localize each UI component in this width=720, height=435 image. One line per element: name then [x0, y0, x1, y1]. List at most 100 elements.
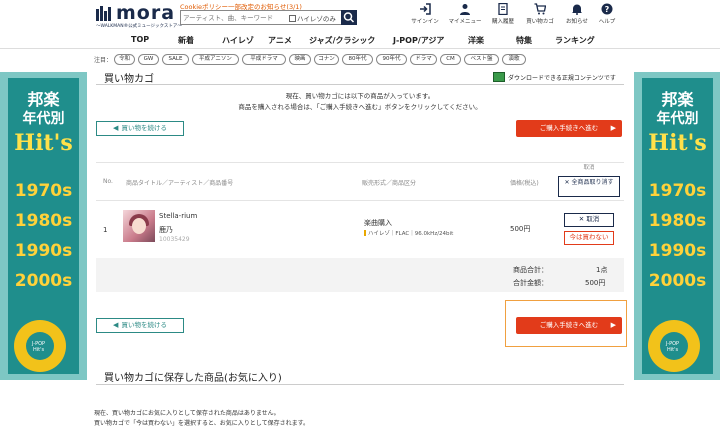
row-number: 1 — [103, 226, 108, 234]
banner-year-2000s: 2000s — [648, 271, 707, 291]
nav-ranking[interactable]: ランキング — [555, 35, 595, 46]
tag-item[interactable]: 90年代 — [376, 54, 407, 65]
track-title[interactable]: Stella-rium — [159, 212, 197, 220]
banner-hits: Hit's — [14, 130, 73, 156]
right-ad-banner[interactable]: 邦楽 年代別 Hit's 1970s 1980s 1990s 2000s J-P… — [634, 72, 720, 380]
disc-text-2: Hit's — [32, 347, 45, 353]
tag-item[interactable]: 80年代 — [342, 54, 373, 65]
audio-quality: ハイレゾ｜FLAC｜96.0kHz/24bit — [364, 229, 453, 237]
checkout-button-bottom[interactable]: ご購入手続きへ進む ▶ — [516, 317, 622, 334]
tag-item[interactable]: コナン — [314, 54, 339, 65]
tag-item[interactable]: 令和 — [114, 54, 135, 65]
cancel-item-button[interactable]: ✕ 取消 — [564, 213, 614, 227]
nav-hires[interactable]: ハイレゾ — [222, 35, 254, 46]
history-icon — [498, 3, 508, 15]
track-artist[interactable]: 鹿乃 — [159, 225, 173, 235]
col-header-delete: 取消 — [583, 165, 595, 171]
col-header-format: 販売形式／商品区分 — [362, 180, 417, 187]
nav-jpop-asia[interactable]: J-POP/アジア — [393, 35, 444, 46]
search-input[interactable] — [183, 12, 283, 23]
mora-logo-icon — [96, 6, 111, 21]
total-label: 合計金額： — [513, 279, 548, 287]
saved-section-title: 買い物カゴに保存した商品(お気に入り) — [104, 373, 282, 384]
hires-marker-icon — [364, 230, 366, 236]
left-ad-banner[interactable]: 邦楽 年代別 Hit's 1970s 1980s 1990s 2000s J-P… — [0, 72, 87, 380]
nav-features[interactable]: 特集 — [516, 35, 532, 46]
nav-jazz-classic[interactable]: ジャズ/クラシック — [309, 35, 375, 46]
banner-year-1980s: 1980s — [648, 211, 707, 231]
tag-item[interactable]: ベスト盤 — [464, 54, 499, 65]
delete-all-button[interactable]: ✕ 全商品取り消す — [558, 176, 620, 197]
search-box: ハイレゾのみ — [180, 10, 342, 25]
page-title: 買い物カゴ — [104, 74, 154, 85]
not-now-button[interactable]: 今は買わない — [564, 231, 614, 245]
tag-item[interactable]: 映画 — [289, 54, 311, 65]
history-button[interactable]: 購入履歴 — [483, 3, 523, 25]
cart-icon — [534, 3, 546, 15]
download-note-text: ダウンロードできる正規コンテンツです — [508, 75, 616, 82]
banner-title2: 年代別 — [656, 111, 699, 127]
help-label: ヘルプ — [598, 19, 616, 25]
continue-shopping-button-bottom[interactable]: ◀ 買い物を続ける — [96, 318, 184, 333]
tag-item[interactable]: 演歌 — [502, 54, 526, 65]
checkout-label: ご購入手続きへ進む — [539, 321, 599, 329]
banner-title2: 年代別 — [22, 111, 65, 127]
divider — [96, 84, 624, 85]
banner-title1: 邦楽 — [27, 90, 60, 109]
tag-item[interactable]: ドラマ — [410, 54, 437, 65]
banner-year-2000s: 2000s — [14, 271, 73, 291]
mymenu-button[interactable]: マイメニュー — [445, 3, 485, 25]
banner-disc-text: J-POP Hit's — [666, 341, 679, 353]
banner-disc: J-POP Hit's — [14, 320, 66, 372]
nav-anime[interactable]: アニメ — [268, 35, 292, 46]
continue-shopping-label: 買い物を続ける — [121, 124, 167, 132]
col-header-title: 商品タイトル／アーティスト／商品番号 — [126, 180, 234, 187]
arrow-right-icon: ▶ — [610, 321, 616, 329]
tag-item[interactable]: CM — [440, 54, 461, 65]
cart-info-1: 現在、買い物カゴには以下の商品が入っています。 — [285, 92, 435, 100]
saved-message-2: 買い物カゴで「今は買わない」を選択すると、お気に入りとして保存されます。 — [94, 420, 309, 427]
checkout-button[interactable]: ご購入手続きへ進む ▶ — [516, 120, 622, 137]
track-id: 10035429 — [159, 236, 190, 243]
mora-logo[interactable]: mora 〜WALKMAN®公式ミュージックストア〜 — [96, 2, 182, 29]
arrow-right-icon: ▶ — [610, 124, 616, 132]
tag-item[interactable]: 平成ドラマ — [242, 54, 286, 65]
signin-button[interactable]: サインイン — [405, 3, 445, 25]
mymenu-icon — [460, 4, 470, 15]
download-check-icon — [493, 72, 505, 82]
continue-shopping-label: 買い物を続ける — [121, 321, 167, 329]
disc-text-2: Hit's — [666, 347, 679, 353]
album-thumbnail[interactable] — [123, 210, 155, 242]
tag-item[interactable]: 平成アニソン — [192, 54, 239, 65]
banner-disc-center: J-POP Hit's — [660, 332, 688, 360]
continue-shopping-button[interactable]: ◀ 買い物を続ける — [96, 121, 184, 136]
cart-button[interactable]: 買い物カゴ — [520, 3, 560, 25]
tag-item[interactable]: GW — [138, 54, 159, 65]
history-label: 購入履歴 — [491, 19, 514, 25]
logo-text: mora — [116, 2, 176, 24]
hires-only-label: ハイレゾのみ — [297, 15, 336, 23]
tag-item[interactable]: SALE — [162, 54, 189, 65]
tags-label: 注目： — [94, 57, 113, 64]
thumbnail-face — [132, 218, 146, 234]
logo-subtitle: 〜WALKMAN®公式ミュージックストア〜 — [96, 24, 182, 29]
signin-icon — [420, 3, 431, 15]
bell-icon — [572, 4, 582, 15]
banner-disc-text: J-POP Hit's — [32, 341, 45, 353]
search-button[interactable] — [341, 10, 357, 25]
help-icon: ? — [601, 3, 613, 15]
banner-year-1970s: 1970s — [14, 181, 73, 201]
nav-western[interactable]: 洋楽 — [468, 35, 484, 46]
banner-title1: 邦楽 — [661, 90, 694, 109]
cart-info-2: 商品を購入される場合は、「ご購入手続きへ進む」ボタンをクリックしてください。 — [238, 103, 482, 111]
help-button[interactable]: ? ヘルプ — [587, 3, 627, 25]
banner-disc-center: J-POP Hit's — [26, 332, 54, 360]
main-nav: TOP 新着 ハイレゾ アニメ ジャズ/クラシック J-POP/アジア 洋楽 特… — [0, 32, 720, 49]
saved-message-1: 現在、買い物カゴにお気に入りとして保存された商品はありません。 — [94, 410, 280, 417]
nav-new[interactable]: 新着 — [178, 35, 194, 46]
cart-label: 買い物カゴ — [526, 19, 554, 25]
item-count-label: 商品合計： — [513, 266, 548, 274]
table-top-divider — [96, 162, 624, 163]
hires-only-checkbox[interactable]: ハイレゾのみ — [289, 13, 336, 23]
nav-top[interactable]: TOP — [131, 35, 149, 44]
